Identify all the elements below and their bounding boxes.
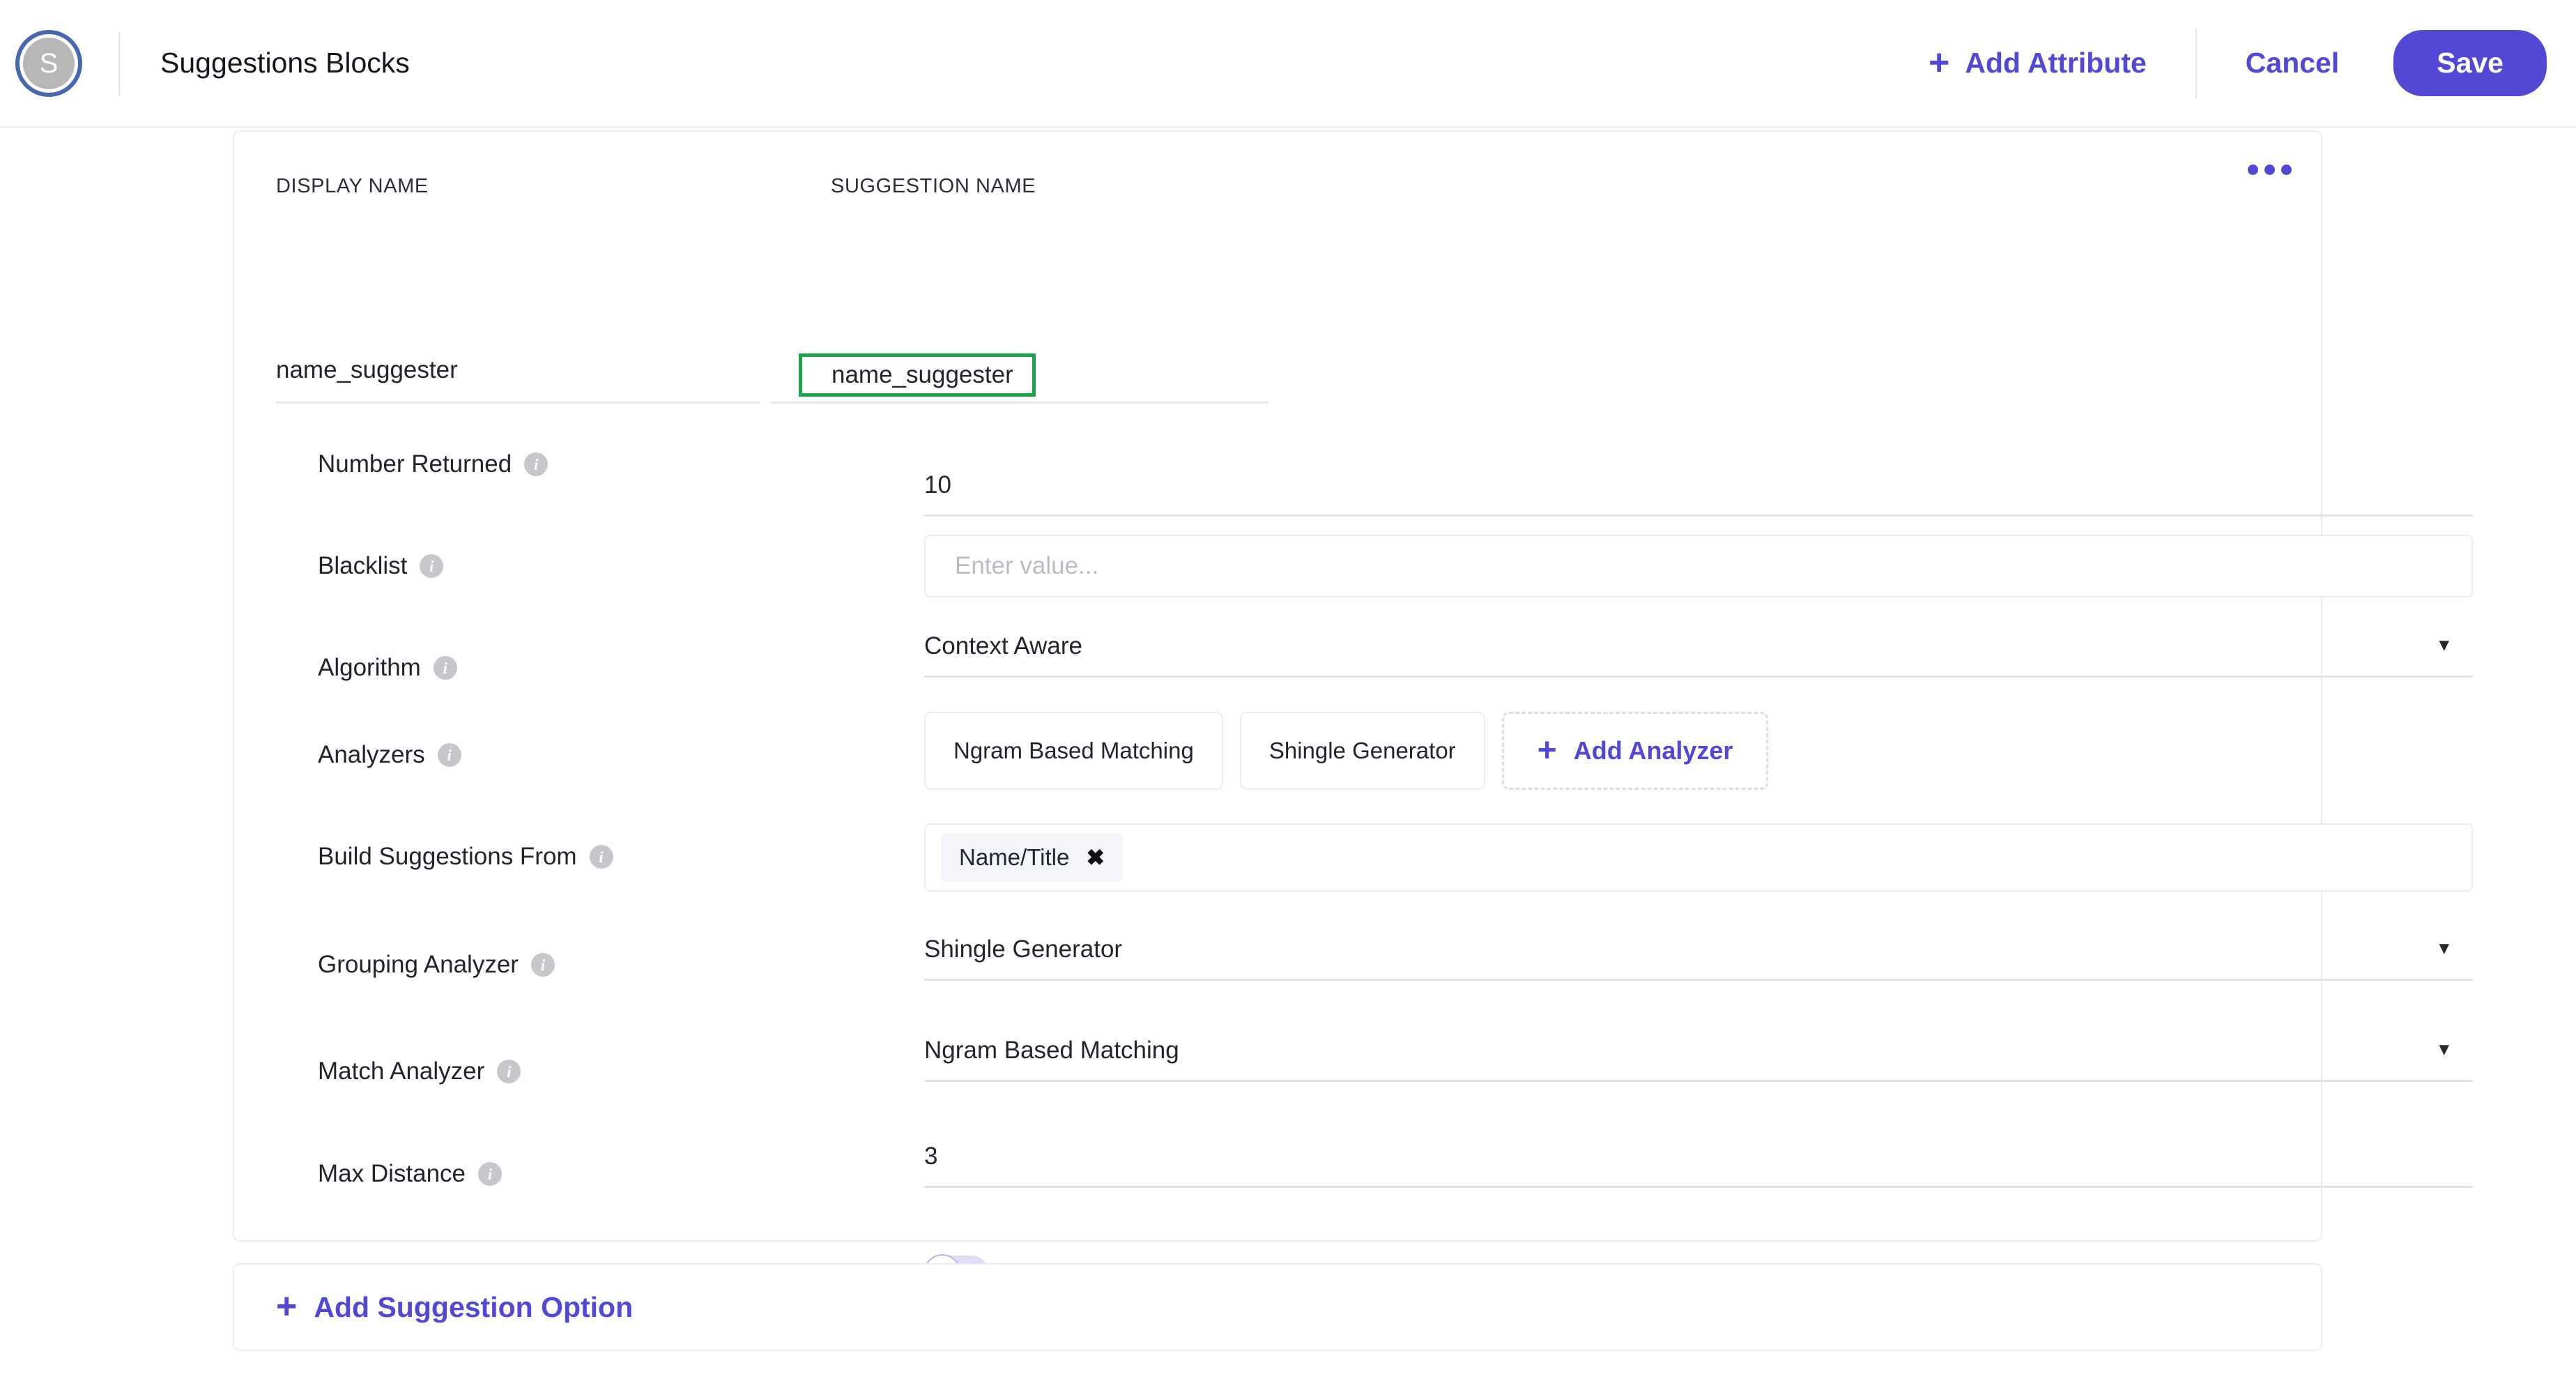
kebab-dot <box>2248 165 2258 175</box>
column-header-suggestion-name: SUGGESTION NAME <box>831 175 1036 197</box>
plus-icon: + <box>1537 731 1557 769</box>
label-text: Number Returned <box>318 450 512 478</box>
info-icon[interactable]: i <box>420 554 444 578</box>
plus-icon: + <box>1929 42 1950 83</box>
info-icon[interactable]: i <box>524 452 549 476</box>
blacklist-placeholder: Enter value... <box>955 552 1099 579</box>
grouping-analyzer-selected-value: Shingle Generator <box>924 936 1123 963</box>
label-text: Build Suggestions From <box>318 843 577 870</box>
analyzer-list: Ngram Based Matching Shingle Generator +… <box>924 712 1769 790</box>
info-icon[interactable]: i <box>437 743 461 767</box>
page-title: Suggestions Blocks <box>160 47 410 79</box>
kebab-dot <box>2281 165 2292 175</box>
field-label-blacklist: Blacklist i <box>318 552 444 580</box>
chevron-down-icon[interactable]: ▾ <box>2439 1039 2449 1060</box>
label-text: Max Distance <box>318 1160 466 1187</box>
suggestion-option-card: DISPLAY NAME SUGGESTION NAME name_sugges… <box>233 130 2473 1290</box>
kebab-dot <box>2264 165 2275 175</box>
field-label-grouping-analyzer: Grouping Analyzer i <box>318 951 555 979</box>
save-button[interactable]: Save <box>2393 30 2547 96</box>
column-header-display-name: DISPLAY NAME <box>276 175 429 197</box>
avatar-initial: S <box>23 37 75 89</box>
info-icon[interactable]: i <box>497 1060 521 1083</box>
add-suggestion-option-label: Add Suggestion Option <box>314 1290 634 1323</box>
suggestion-name-input[interactable]: name_suggester <box>799 353 1036 397</box>
blacklist-input[interactable]: Enter value... <box>924 535 2473 597</box>
add-suggestion-option-card: + Add Suggestion Option <box>233 1263 2322 1351</box>
add-attribute-button[interactable]: + Add Attribute <box>1929 42 2147 83</box>
info-icon[interactable]: i <box>433 656 457 680</box>
more-options-icon[interactable] <box>2248 165 2292 175</box>
field-label-number-returned: Number Returned i <box>318 450 549 478</box>
label-text: Match Analyzer <box>318 1058 485 1085</box>
algorithm-selected-value: Context Aware <box>924 632 1082 659</box>
label-text: Analyzers <box>318 741 425 768</box>
chip-name-title[interactable]: Name/Title ✖ <box>941 833 1124 882</box>
build-suggestions-from-input[interactable]: Name/Title ✖ <box>924 823 2473 892</box>
field-label-match-analyzer: Match Analyzer i <box>318 1058 521 1085</box>
number-returned-input[interactable]: 10 <box>924 471 2473 517</box>
info-icon[interactable]: i <box>589 845 613 869</box>
plus-icon: + <box>276 1286 298 1327</box>
match-analyzer-select[interactable]: Ngram Based Matching ▾ <box>924 1037 2473 1082</box>
field-label-max-distance: Max Distance i <box>318 1160 503 1188</box>
chevron-down-icon[interactable]: ▾ <box>2439 635 2449 655</box>
display-name-value[interactable]: name_suggester <box>276 356 458 384</box>
analyzer-chip-ngram[interactable]: Ngram Based Matching <box>924 712 1223 790</box>
chevron-down-icon[interactable]: ▾ <box>2439 938 2449 959</box>
max-distance-input[interactable]: 3 <box>924 1143 2473 1188</box>
label-text: Grouping Analyzer <box>318 951 519 978</box>
field-label-build-suggestions-from: Build Suggestions From i <box>318 843 613 871</box>
add-attribute-label: Add Attribute <box>1965 47 2147 79</box>
info-icon[interactable]: i <box>530 953 555 977</box>
chip-label: Name/Title <box>959 844 1070 870</box>
header-divider <box>118 31 120 96</box>
close-icon[interactable]: ✖ <box>1086 844 1105 871</box>
field-label-algorithm: Algorithm i <box>318 654 457 682</box>
suggestion-name-underline <box>771 402 1268 404</box>
label-text: Blacklist <box>318 552 408 579</box>
add-analyzer-button[interactable]: + Add Analyzer <box>1501 712 1769 790</box>
field-label-analyzers: Analyzers i <box>318 741 461 769</box>
header-actions: + Add Attribute Cancel Save <box>1929 0 2576 126</box>
cancel-button[interactable]: Cancel <box>2246 47 2339 79</box>
add-analyzer-label: Add Analyzer <box>1573 736 1733 765</box>
algorithm-select[interactable]: Context Aware ▾ <box>924 632 2473 678</box>
match-analyzer-selected-value: Ngram Based Matching <box>924 1037 1179 1064</box>
label-text: Algorithm <box>318 654 421 681</box>
app-header: S Suggestions Blocks + Add Attribute Can… <box>0 0 2576 128</box>
header-action-divider <box>2195 28 2197 98</box>
grouping-analyzer-select[interactable]: Shingle Generator ▾ <box>924 936 2473 981</box>
display-name-underline <box>276 402 760 404</box>
add-suggestion-option-button[interactable]: + Add Suggestion Option <box>276 1286 634 1327</box>
avatar: S <box>15 29 82 97</box>
analyzer-chip-shingle[interactable]: Shingle Generator <box>1239 712 1485 790</box>
info-icon[interactable]: i <box>478 1162 503 1186</box>
